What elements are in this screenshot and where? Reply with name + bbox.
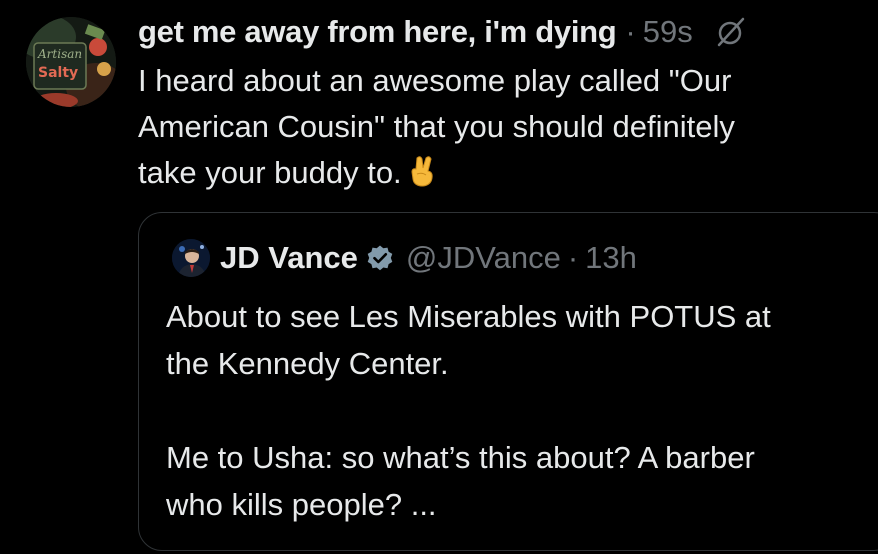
separator-dot: · [625, 14, 636, 49]
quoted-author-avatar[interactable] [172, 239, 210, 277]
post-timestamp[interactable]: 59s [643, 14, 693, 50]
post-header: get me away from here, i'm dying · 59s [138, 10, 747, 54]
quoted-post-card[interactable]: JD Vance @JDVance · 13h About to see Les… [138, 212, 878, 551]
quoted-text-line: the Kennedy Center. [166, 346, 449, 381]
quoted-text-line: Me to Usha: so what’s this about? A barb… [166, 440, 755, 475]
separator-dot: · [567, 240, 579, 275]
quoted-post-header: JD Vance @JDVance · 13h [172, 237, 637, 279]
verified-badge-icon[interactable] [366, 244, 394, 272]
avatar-sign-bottom: Salty [38, 65, 78, 81]
post-text-line: I heard about an awesome play called "Ou… [138, 63, 732, 98]
slashed-circle-icon[interactable] [715, 16, 747, 48]
quoted-text-line: who kills people? ... [166, 487, 437, 522]
author-avatar[interactable]: Artisan Salty [26, 17, 116, 107]
author-display-name[interactable]: get me away from here, i'm dying [138, 14, 617, 50]
post-text-line: American Cousin" that you should definit… [138, 109, 735, 144]
quoted-post-timestamp[interactable]: 13h [585, 240, 637, 276]
crossed-fingers-icon [408, 154, 436, 201]
avatar-sign-top: Artisan [37, 47, 82, 61]
quoted-author-name[interactable]: JD Vance [220, 240, 358, 276]
post-text-line-content: take your buddy to. [138, 155, 402, 190]
quoted-post-text: About to see Les Miserables with POTUS a… [166, 293, 878, 528]
quoted-text-line: About to see Les Miserables with POTUS a… [166, 299, 771, 334]
post-text: I heard about an awesome play called "Ou… [138, 58, 868, 201]
quoted-author-handle[interactable]: @JDVance [406, 240, 561, 276]
post-text-line: take your buddy to. [138, 150, 868, 201]
